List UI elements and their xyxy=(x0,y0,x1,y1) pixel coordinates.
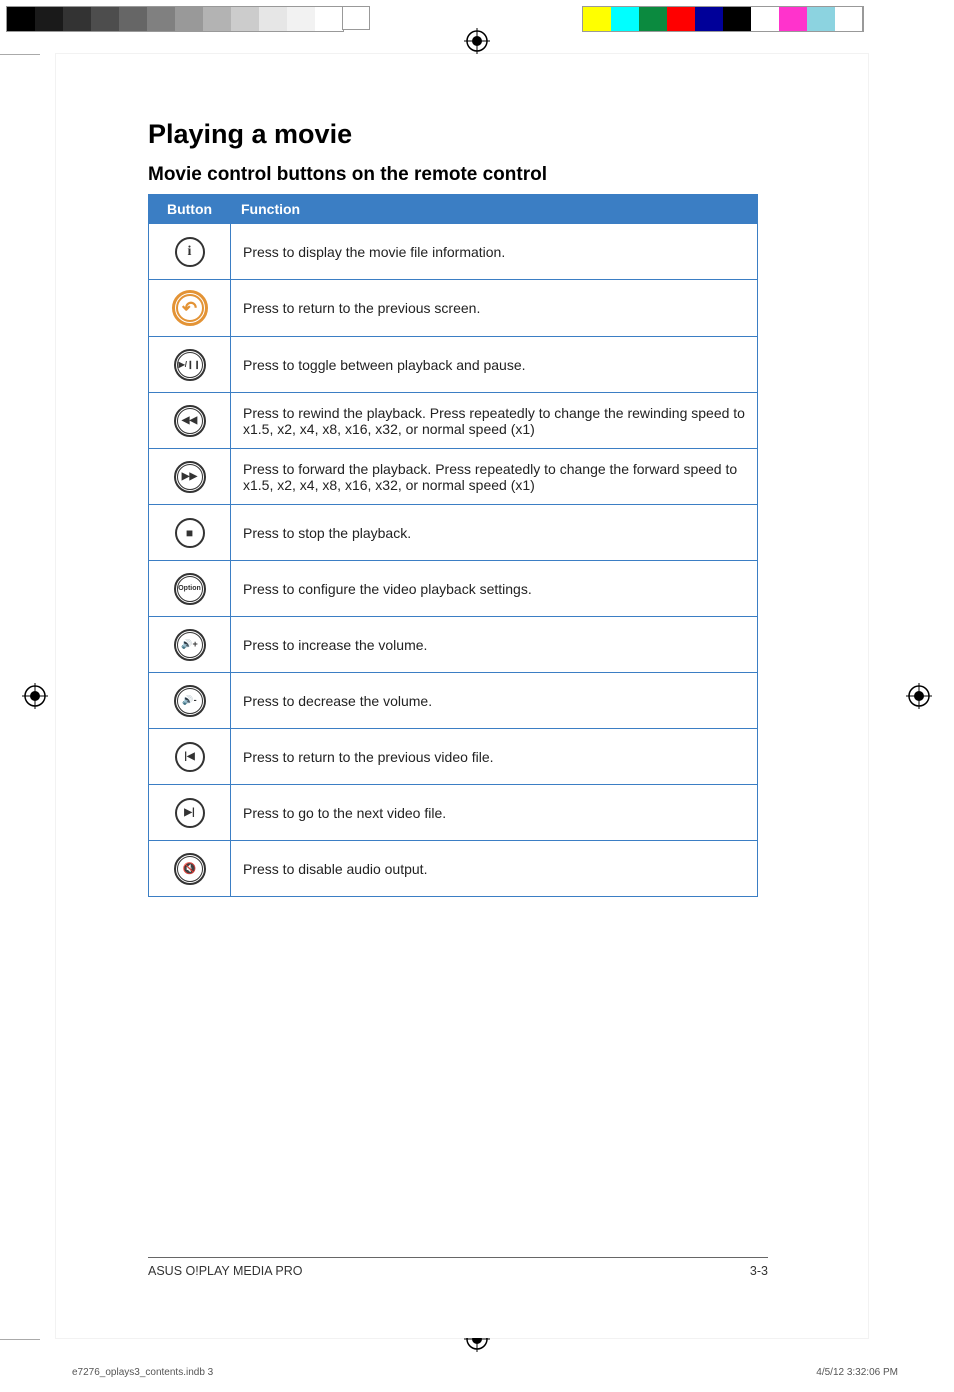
function-desc: Press to increase the volume. xyxy=(231,617,758,673)
grayscale-patches xyxy=(6,6,344,32)
function-desc: Press to go to the next video file. xyxy=(231,785,758,841)
page-content: Playing a movie Movie control buttons on… xyxy=(148,119,768,897)
function-desc: Press to decrease the volume. xyxy=(231,673,758,729)
back-icon: ↶ xyxy=(172,290,208,326)
volume-down-icon: 🔊- xyxy=(174,685,206,717)
slug-datetime: 4/5/12 3:32:06 PM xyxy=(816,1367,898,1378)
table-row: ■ Press to stop the playback. xyxy=(149,505,758,561)
slug-filename: e7276_oplays3_contents.indb 3 xyxy=(72,1367,213,1378)
page-title: Playing a movie xyxy=(148,119,768,150)
table-row: ▶/❙❙ Press to toggle between playback an… xyxy=(149,337,758,393)
next-track-icon: ▶| xyxy=(175,798,205,828)
stop-icon: ■ xyxy=(175,518,205,548)
registration-mark-icon xyxy=(464,28,490,54)
function-desc: Press to stop the playback. xyxy=(231,505,758,561)
print-slug: e7276_oplays3_contents.indb 3 4/5/12 3:3… xyxy=(72,1367,898,1378)
table-row: 🔊+ Press to increase the volume. xyxy=(149,617,758,673)
play-pause-icon: ▶/❙❙ xyxy=(174,349,206,381)
color-patches xyxy=(582,6,864,32)
table-row: 🔊- Press to decrease the volume. xyxy=(149,673,758,729)
section-title: Movie control buttons on the remote cont… xyxy=(148,164,768,186)
option-icon: Option xyxy=(174,573,206,605)
registration-mark-icon xyxy=(906,683,932,709)
function-desc: Press to configure the video playback se… xyxy=(231,561,758,617)
forward-icon: ▶▶ xyxy=(174,461,206,493)
table-row: ▶| Press to go to the next video file. xyxy=(149,785,758,841)
col-header-button: Button xyxy=(149,195,231,224)
table-row: i Press to display the movie file inform… xyxy=(149,224,758,280)
function-desc: Press to display the movie file informat… xyxy=(231,224,758,280)
col-header-function: Function xyxy=(231,195,758,224)
function-desc: Press to return to the previous screen. xyxy=(231,280,758,337)
function-desc: Press to rewind the playback. Press repe… xyxy=(231,393,758,449)
info-icon: i xyxy=(175,237,205,267)
table-row: ◀◀ Press to rewind the playback. Press r… xyxy=(149,393,758,449)
footer-product: ASUS O!PLAY MEDIA PRO xyxy=(148,1264,302,1278)
footer-page-number: 3-3 xyxy=(750,1264,768,1278)
page-footer: ASUS O!PLAY MEDIA PRO 3-3 xyxy=(148,1257,768,1278)
function-desc: Press to toggle between playback and pau… xyxy=(231,337,758,393)
mute-icon: 🔇 xyxy=(174,853,206,885)
table-row: ▶▶ Press to forward the playback. Press … xyxy=(149,449,758,505)
crop-mark xyxy=(0,54,40,55)
function-desc: Press to disable audio output. xyxy=(231,841,758,897)
prev-track-icon: |◀ xyxy=(175,742,205,772)
table-row: Option Press to configure the video play… xyxy=(149,561,758,617)
crop-mark xyxy=(0,1339,40,1340)
rewind-icon: ◀◀ xyxy=(174,405,206,437)
table-row: ↶ Press to return to the previous screen… xyxy=(149,280,758,337)
volume-up-icon: 🔊+ xyxy=(174,629,206,661)
page-frame: Playing a movie Movie control buttons on… xyxy=(56,54,868,1338)
empty-patch xyxy=(342,6,370,30)
registration-mark-icon xyxy=(22,683,48,709)
function-desc: Press to return to the previous video fi… xyxy=(231,729,758,785)
table-row: 🔇 Press to disable audio output. xyxy=(149,841,758,897)
function-desc: Press to forward the playback. Press rep… xyxy=(231,449,758,505)
remote-buttons-table: Button Function i Press to display the m… xyxy=(148,194,758,897)
table-row: |◀ Press to return to the previous video… xyxy=(149,729,758,785)
